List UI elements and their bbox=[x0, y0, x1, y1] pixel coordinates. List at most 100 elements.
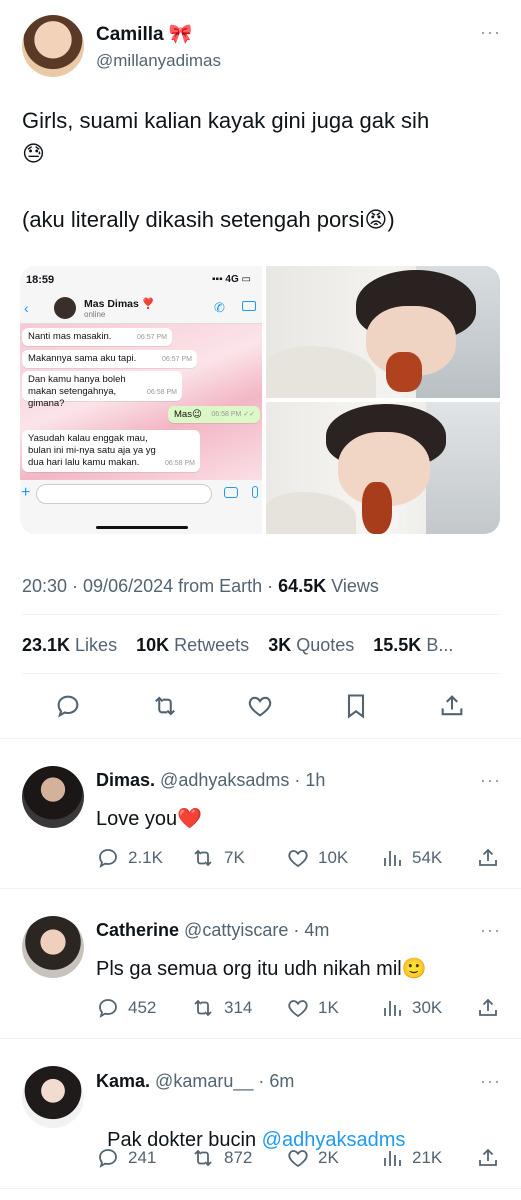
tweet-text-line1: Girls, suami kalian kayak gini juga gak … bbox=[22, 108, 430, 166]
reply-retweet-button[interactable]: 7K bbox=[190, 846, 245, 870]
more-options-icon[interactable]: ··· bbox=[480, 770, 501, 791]
chat-screenshot-image[interactable]: 18:59 ▪▪▪ 4G ▭ ‹ Mas Dimas ❣️ online ✆ N… bbox=[20, 266, 262, 534]
share-icon bbox=[479, 998, 497, 1016]
tweet-stats: 23.1K Likes 10K Retweets 3K Quotes 15.5K… bbox=[22, 635, 453, 656]
tweet-text-line2: (aku literally dikasih setengah porsi😡) bbox=[22, 207, 395, 232]
divider bbox=[0, 888, 521, 889]
heart-icon bbox=[288, 850, 308, 868]
contact-status: online bbox=[84, 310, 106, 319]
camera-icon bbox=[224, 487, 238, 498]
share-icon bbox=[441, 695, 463, 716]
reply-reply-button[interactable]: 241 bbox=[96, 1146, 156, 1170]
reply-author-name[interactable]: Kama. bbox=[96, 1071, 150, 1091]
reply-like-button[interactable]: 1K bbox=[286, 996, 339, 1020]
more-options-icon[interactable]: ··· bbox=[480, 1071, 501, 1092]
smile-emoji-icon: 🙂 bbox=[401, 958, 427, 980]
reply-share-button[interactable] bbox=[476, 1146, 500, 1170]
back-chevron-icon: ‹ bbox=[24, 300, 29, 316]
heart-icon bbox=[248, 696, 272, 717]
share-icon bbox=[479, 1148, 497, 1166]
reply-author-name[interactable]: Dimas. bbox=[96, 770, 155, 790]
divider bbox=[0, 1188, 521, 1189]
reply-text: Pls ga semua org itu udh nikah mil🙂 bbox=[96, 958, 427, 980]
reply-header: Catherine @cattyiscare · 4m bbox=[96, 920, 329, 941]
retweet-icon bbox=[194, 999, 212, 1017]
reply-avatar[interactable] bbox=[22, 766, 84, 828]
eating-photo-top[interactable] bbox=[266, 266, 500, 398]
reply-retweet-button[interactable]: 314 bbox=[190, 996, 252, 1020]
more-options-icon[interactable]: ··· bbox=[480, 920, 501, 941]
reply-button[interactable] bbox=[54, 692, 82, 720]
reply-time[interactable]: · 1h bbox=[294, 770, 325, 790]
retweet-icon bbox=[155, 696, 175, 716]
share-icon bbox=[479, 848, 497, 866]
chat-status-bar: 18:59 ▪▪▪ 4G ▭ bbox=[20, 266, 262, 294]
reply-like-button[interactable]: 10K bbox=[286, 846, 348, 870]
bow-emoji-icon: 🎀 bbox=[168, 24, 193, 45]
retweet-button[interactable] bbox=[150, 692, 180, 720]
mic-icon bbox=[252, 486, 258, 498]
phone-icon: ✆ bbox=[214, 300, 225, 315]
retweet-icon bbox=[194, 1149, 212, 1167]
reply-author-handle[interactable]: @cattyiscare bbox=[184, 920, 288, 940]
heart-icon bbox=[288, 1000, 308, 1018]
reply-share-button[interactable] bbox=[476, 996, 500, 1020]
reply-share-button[interactable] bbox=[476, 846, 500, 870]
reply-header: Dimas. @adhyaksadms · 1h bbox=[96, 770, 325, 791]
reply-author-name[interactable]: Catherine bbox=[96, 920, 179, 940]
chat-header: ‹ Mas Dimas ❣️ online ✆ bbox=[20, 294, 262, 324]
contact-name: Mas Dimas ❣️ bbox=[84, 298, 155, 310]
reply-reply-button[interactable]: 2.1K bbox=[96, 846, 163, 870]
views-icon bbox=[384, 1001, 401, 1016]
retweets-stat[interactable]: 10K Retweets bbox=[136, 635, 249, 655]
reply-views-button[interactable]: 30K bbox=[380, 996, 442, 1020]
likes-stat[interactable]: 23.1K Likes bbox=[22, 635, 117, 655]
reply-icon bbox=[99, 849, 117, 868]
author-name[interactable]: Camilla 🎀 bbox=[96, 22, 193, 46]
more-options-icon[interactable]: ··· bbox=[480, 22, 501, 43]
like-button[interactable] bbox=[246, 692, 274, 720]
reply-reply-button[interactable]: 452 bbox=[96, 996, 156, 1020]
bookmark-button[interactable] bbox=[342, 692, 370, 720]
reply-author-handle[interactable]: @kamaru__ bbox=[155, 1071, 253, 1091]
heart-emoji-icon: ❤️ bbox=[177, 808, 203, 830]
reply-time[interactable]: · 4m bbox=[293, 920, 329, 940]
share-button[interactable] bbox=[438, 692, 466, 720]
reply-header: Kama. @kamaru__ · 6m bbox=[96, 1071, 294, 1092]
sweat-emoji-icon: 😓 bbox=[22, 141, 45, 166]
reply-avatar[interactable] bbox=[22, 916, 84, 978]
chat-message: Makannya sama aku tapi. 06:57 PM bbox=[22, 350, 197, 368]
divider bbox=[0, 738, 521, 739]
plus-icon: + bbox=[21, 484, 31, 501]
retweet-icon bbox=[194, 849, 212, 867]
reply-retweet-button[interactable]: 872 bbox=[190, 1146, 252, 1170]
reply-icon bbox=[57, 695, 79, 718]
reply-views-button[interactable]: 54K bbox=[380, 846, 442, 870]
reply-icon bbox=[99, 999, 117, 1018]
quotes-stat[interactable]: 3K Quotes bbox=[268, 635, 354, 655]
divider bbox=[22, 614, 500, 615]
chat-signal: ▪▪▪ 4G ▭ bbox=[212, 274, 251, 285]
heart-icon bbox=[288, 1150, 308, 1168]
chat-message: Dan kamu hanya boleh makan setengahnya, … bbox=[22, 371, 182, 409]
divider bbox=[0, 1038, 521, 1039]
reply-text: Love you❤️ bbox=[96, 808, 203, 830]
author-avatar[interactable] bbox=[22, 15, 84, 77]
author-handle[interactable]: @millanyadimas bbox=[96, 51, 221, 71]
bookmarks-stat[interactable]: 15.5K B... bbox=[373, 635, 453, 655]
reply-like-button[interactable]: 2K bbox=[286, 1146, 339, 1170]
angry-emoji-icon: 😡 bbox=[364, 207, 388, 232]
reply-time[interactable]: · 6m bbox=[258, 1071, 294, 1091]
chat-input-field bbox=[36, 484, 212, 504]
reply-views-button[interactable]: 21K bbox=[380, 1146, 442, 1170]
bookmark-icon bbox=[347, 694, 365, 719]
reply-icon bbox=[99, 1149, 117, 1168]
video-icon bbox=[242, 301, 256, 311]
tweet-timestamp[interactable]: 20:30 · 09/06/2024 from Earth · 64.5K Vi… bbox=[22, 576, 379, 597]
reply-author-handle[interactable]: @adhyaksadms bbox=[160, 770, 289, 790]
tweet-text: Girls, suami kalian kayak gini juga gak … bbox=[22, 104, 502, 236]
eating-photo-bottom[interactable] bbox=[266, 402, 500, 534]
reply-avatar[interactable] bbox=[22, 1066, 84, 1128]
contact-avatar bbox=[54, 297, 76, 319]
divider bbox=[22, 673, 500, 674]
